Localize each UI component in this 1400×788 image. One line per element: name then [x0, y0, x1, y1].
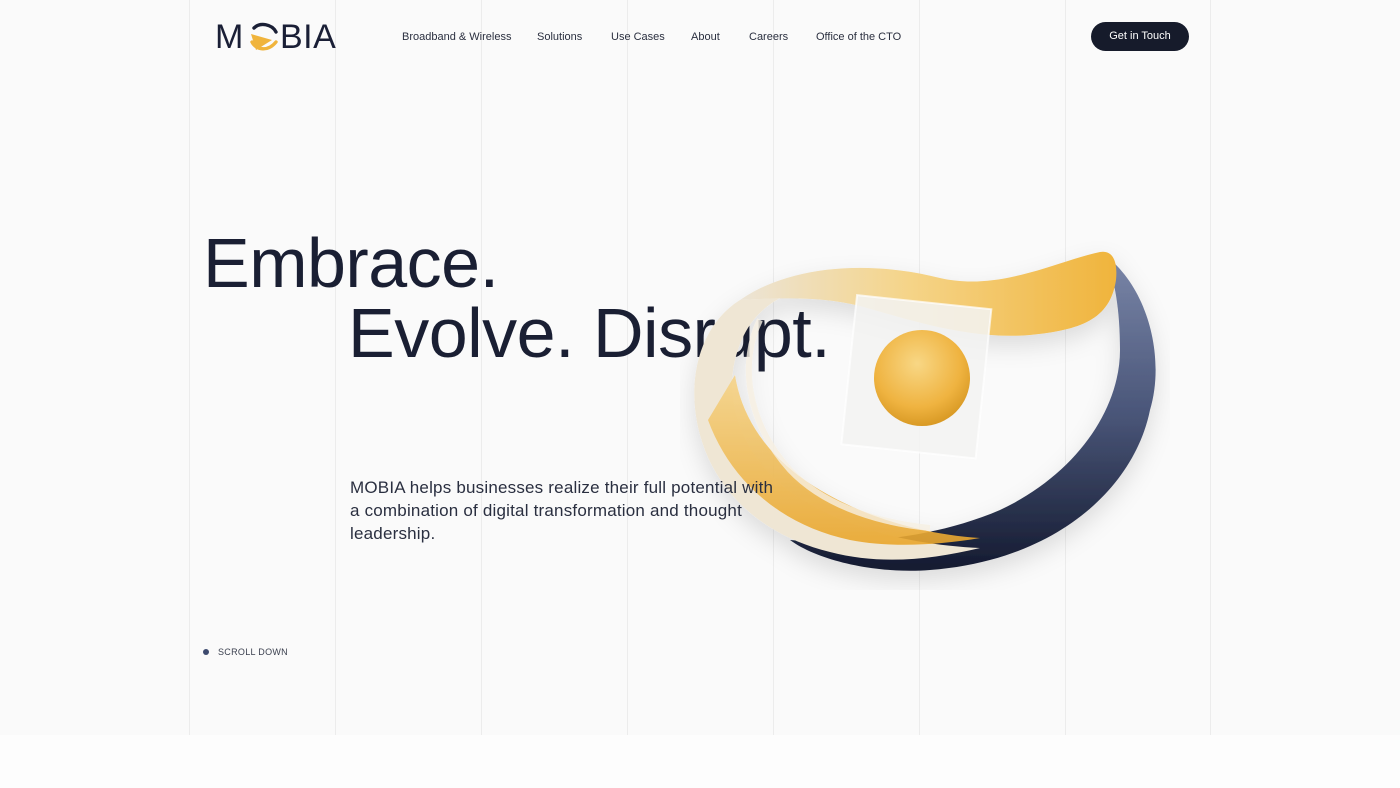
nav-use-cases[interactable]: Use Cases	[611, 28, 665, 46]
nav-office-of-the-cto[interactable]: Office of the CTO	[816, 28, 901, 46]
hero-intro-text: MOBIA helps businesses realize their ful…	[350, 478, 774, 543]
nav-broadband-wireless[interactable]: Broadband & Wireless	[402, 28, 511, 46]
scroll-down-label[interactable]: SCROLL DOWN	[218, 645, 288, 659]
nav-about[interactable]: About	[691, 28, 720, 46]
nav-careers[interactable]: Careers	[749, 28, 788, 46]
scroll-dot-icon	[203, 649, 209, 655]
headline-line-1: Embrace.	[203, 224, 499, 302]
get-in-touch-button[interactable]: Get in Touch	[1091, 22, 1189, 51]
nav-solutions[interactable]: Solutions	[537, 28, 582, 46]
main-nav: Broadband & Wireless Solutions Use Cases…	[0, 28, 1400, 46]
bottom-band	[0, 735, 1400, 788]
